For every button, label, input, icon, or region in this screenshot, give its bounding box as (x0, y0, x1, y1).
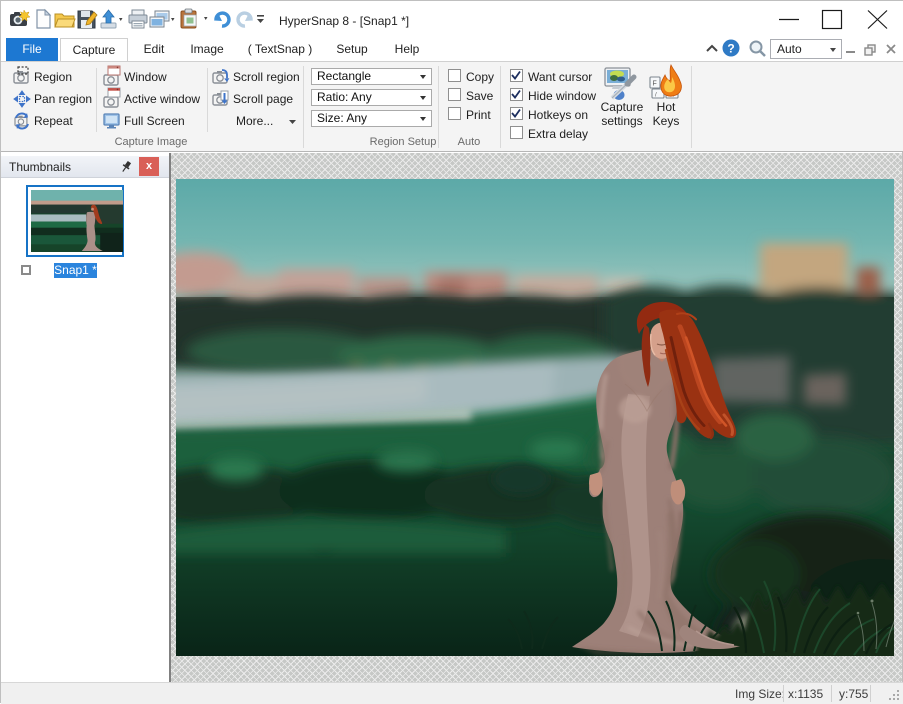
svg-text:F: F (653, 81, 657, 88)
svg-text:?: ? (727, 42, 734, 56)
